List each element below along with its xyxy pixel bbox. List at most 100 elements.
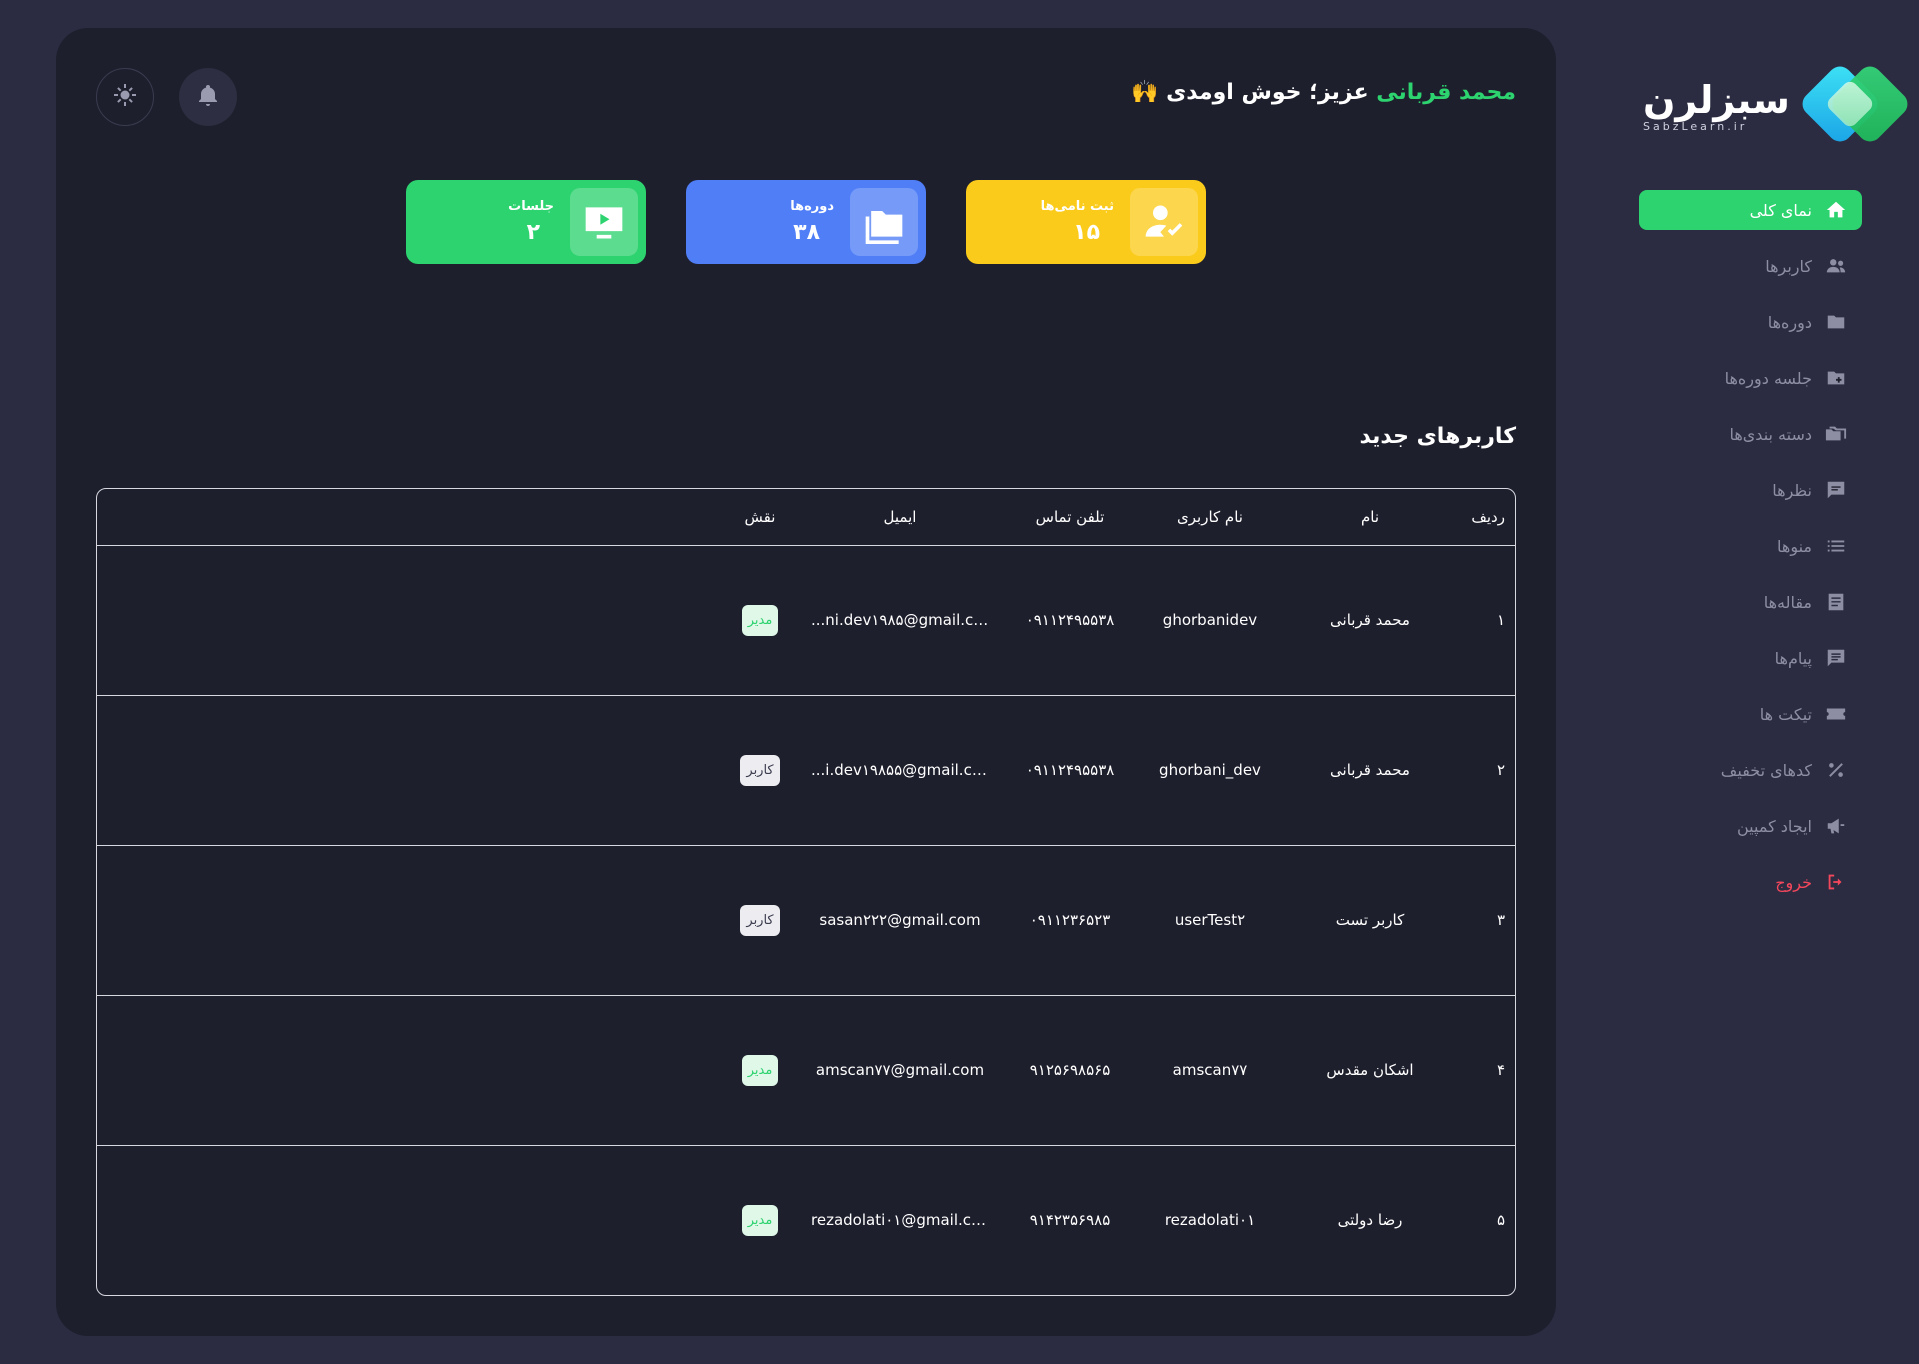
cell-email: ...i.dev۱۹۸۵۵@gmail.com: [805, 695, 995, 846]
stat-label: ثبت نامی‌ها: [1040, 199, 1114, 214]
sidebar-item-label: کاربرها: [1765, 256, 1812, 276]
cell-index: ۵: [1496, 1211, 1505, 1230]
role-badge: کاربر: [740, 904, 780, 936]
comment-icon: [1824, 478, 1848, 502]
sidebar-item-label: تیکت ها: [1759, 704, 1812, 724]
sidebar-item-label: نمای کلی: [1749, 200, 1812, 220]
stat-value: ۲: [526, 220, 540, 245]
sidebar-item-label: پیام‌ها: [1774, 648, 1812, 668]
video-play-icon: [570, 188, 638, 256]
table-row: ۴ اشکان مقدس amscan۷۷ ۹۱۲۵۶۹۸۵۶۵ amscan۷…: [97, 995, 1515, 1146]
cell-email: amscan۷۷@gmail.com: [805, 995, 995, 1146]
cell-index: ۱: [1465, 545, 1515, 696]
sidebar-nav: نمای کلی کاربرها دوره‌ها جلسه دوره‌ها دس…: [1639, 190, 1862, 918]
column-header: نام کاربری: [1145, 489, 1275, 546]
cell-phone: ۹۱۴۲۳۵۶۹۸۵: [1029, 1211, 1111, 1230]
stat-card-registrations[interactable]: ثبت نامی‌ها ۱۵: [966, 180, 1206, 264]
cell-phone: ۰۹۱۱۲۴۹۵۵۳۸: [995, 545, 1145, 696]
logout-icon: [1824, 870, 1848, 894]
cell-username: userTest۲: [1145, 845, 1275, 996]
role-badge: مدیر: [741, 604, 779, 636]
stat-label: جلسات: [508, 199, 554, 214]
role-badge: مدیر: [741, 1054, 779, 1086]
logo-title: سبزلرن: [1643, 77, 1790, 122]
cell-phone: ۹۱۲۵۶۹۸۵۶۵: [995, 995, 1145, 1146]
sidebar-item-users[interactable]: کاربرها: [1639, 246, 1862, 286]
cell-name: کاربر تست: [1275, 845, 1465, 996]
stat-value: ۱۵: [1073, 220, 1100, 245]
sun-icon: [113, 83, 137, 111]
logo[interactable]: سبزلرن SabzLearn.ir: [1643, 61, 1913, 147]
sidebar-item-menus[interactable]: منوها: [1639, 526, 1862, 566]
sidebar-item-discount-codes[interactable]: کدهای تخفیف: [1639, 750, 1862, 790]
sidebar-item-label: جلسه دوره‌ها: [1724, 368, 1812, 388]
users-icon: [1824, 254, 1848, 278]
cell-email: ...ni.dev۱۹۸۵@gmail.com: [805, 545, 995, 696]
table-row: ۱ محمد قربانی ghorbanidev ۰۹۱۱۲۴۹۵۵۳۸ ..…: [97, 545, 1515, 696]
cell-username: ghorbani_dev: [1145, 695, 1275, 846]
sidebar-item-tickets[interactable]: تیکت ها: [1639, 694, 1862, 734]
message-icon: [1824, 646, 1848, 670]
sidebar-item-label: مقاله‌ها: [1763, 592, 1812, 612]
column-header: ایمیل: [805, 489, 995, 546]
megaphone-icon: [1824, 814, 1848, 838]
user-check-icon: [1130, 188, 1198, 256]
cell-index: ۳: [1465, 845, 1515, 996]
cell-username: rezadolati۰۱: [1164, 1211, 1256, 1230]
column-header: تلفن تماس: [995, 489, 1145, 546]
list-icon: [1824, 534, 1848, 558]
column-header: نقش: [715, 489, 805, 546]
sidebar-item-label: دوره‌ها: [1767, 312, 1812, 332]
column-header: ردیف: [1465, 489, 1515, 546]
stat-label: دوره‌ها: [790, 199, 834, 214]
sidebar-item-comments[interactable]: نظرها: [1639, 470, 1862, 510]
cell-email: rezadolati۰۱@gmail.com: [811, 1211, 995, 1230]
role-badge: مدیر: [741, 1204, 779, 1236]
bell-icon: [196, 83, 220, 111]
sidebar-item-label: نظرها: [1772, 480, 1812, 500]
greeting-name: محمد قربانی: [1376, 80, 1516, 105]
sidebar-item-label: منوها: [1777, 536, 1812, 556]
table-header-row: ردیف نام نام کاربری تلفن تماس ایمیل نقش: [97, 489, 1515, 546]
stat-card-sessions[interactable]: جلسات ۲: [406, 180, 646, 264]
cell-name: اشکان مقدس: [1275, 995, 1465, 1146]
sidebar-item-label: ایجاد کمپین: [1736, 816, 1812, 836]
greeting-text: عزیز؛ خوش اومدی 🙌: [1131, 80, 1377, 105]
folder-icon: [1824, 310, 1848, 334]
table-row: ۳ کاربر تست userTest۲ ۰۹۱۱۲۳۶۵۲۳ sasan۲۲…: [97, 845, 1515, 996]
new-users-table: ردیف نام نام کاربری تلفن تماس ایمیل نقش …: [96, 488, 1516, 1296]
sidebar-item-course-sessions[interactable]: جلسه دوره‌ها: [1639, 358, 1862, 398]
logo-mark-icon: [1797, 61, 1913, 147]
sidebar-item-create-campaign[interactable]: ایجاد کمپین: [1639, 806, 1862, 846]
sidebar-item-overview[interactable]: نمای کلی: [1639, 190, 1862, 230]
cell-phone: ۰۹۱۱۲۴۹۵۵۳۸: [995, 695, 1145, 846]
folder-plus-icon: [1824, 366, 1848, 390]
table-row: ۵ رضا دولتی rezadolati۰۱ ۹۱۴۲۳۵۶۹۸۵ reza…: [97, 1145, 1515, 1295]
stat-card-courses[interactable]: دوره‌ها ۳۸: [686, 180, 926, 264]
role-badge: کاربر: [740, 754, 780, 786]
cell-index: ۴: [1465, 995, 1515, 1146]
cell-username: ghorbanidev: [1145, 545, 1275, 696]
sidebar-item-articles[interactable]: مقاله‌ها: [1639, 582, 1862, 622]
article-icon: [1824, 590, 1848, 614]
cell-phone: ۰۹۱۱۲۳۶۵۲۳: [995, 845, 1145, 996]
sidebar-item-categories[interactable]: دسته بندی‌ها: [1639, 414, 1862, 454]
column-header-empty: [97, 489, 715, 546]
table-row: ۲ محمد قربانی ghorbani_dev ۰۹۱۱۲۴۹۵۵۳۸ .…: [97, 695, 1515, 846]
logo-subtitle: SabzLearn.ir: [1643, 119, 1748, 133]
notifications-button[interactable]: [179, 68, 237, 126]
main-panel: محمد قربانی عزیز؛ خوش اومدی 🙌 ثبت نامی‌ه…: [56, 28, 1556, 1336]
percent-icon: [1824, 758, 1848, 782]
sidebar-item-messages[interactable]: پیام‌ها: [1639, 638, 1862, 678]
cell-name: محمد قربانی: [1275, 695, 1465, 846]
greeting-title: محمد قربانی عزیز؛ خوش اومدی 🙌: [1131, 80, 1516, 105]
sidebar-item-courses[interactable]: دوره‌ها: [1639, 302, 1862, 342]
folders-icon: [1824, 422, 1848, 446]
sidebar-item-logout[interactable]: خروج: [1639, 862, 1862, 902]
home-icon: [1824, 198, 1848, 222]
sidebar: سبزلرن SabzLearn.ir نمای کلی کاربرها دور…: [1630, 0, 1919, 1364]
cell-name: محمد قربانی: [1275, 545, 1465, 696]
sidebar-item-label: دسته بندی‌ها: [1729, 424, 1812, 444]
theme-toggle-button[interactable]: [96, 68, 154, 126]
new-users-title: کاربرهای جدید: [1359, 424, 1516, 449]
